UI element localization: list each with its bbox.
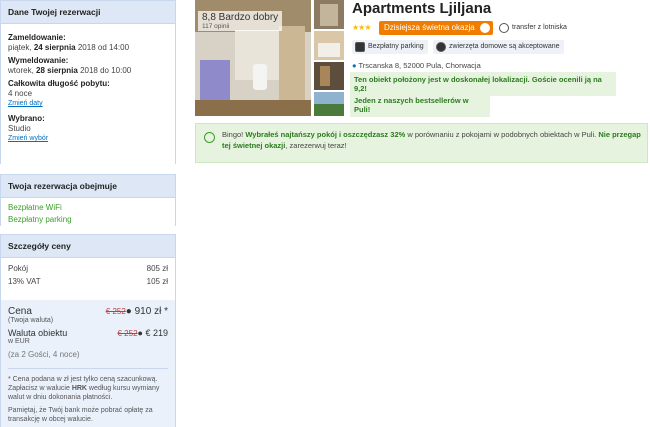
includes-panel: Twoja rezerwacja obejmuje Bezpłatne WiFi… <box>0 174 176 228</box>
property-address[interactable]: ● Trscanska 8, 52000 Pula, Chorwacja <box>352 61 481 70</box>
thumb-photo-2[interactable] <box>314 31 344 60</box>
reservation-panel: Dane Twojej rezerwacji Zameldowanie: pią… <box>0 0 176 164</box>
thumb-room-icon <box>314 31 344 60</box>
length-label: Całkowita długość pobytu: <box>8 79 110 88</box>
thumb-garden-icon <box>314 92 344 116</box>
price-note-currency: * Cena podana w zł jest tylko ceną szacu… <box>8 376 160 401</box>
price-vat-row: 13% VAT 105 zł <box>8 277 168 286</box>
checkmark-icon <box>204 132 215 143</box>
parking-chip: Bezpłatny parking <box>352 40 428 54</box>
deal-badge: Dzisiejsza świetna okazja <box>379 21 493 35</box>
pets-chip: zwierzęta domowe są akceptowane <box>433 40 564 54</box>
thumb-photo-4[interactable] <box>314 92 344 116</box>
deal-icon <box>479 23 490 33</box>
price-heading: Szczegóły ceny <box>1 235 175 258</box>
price-total-row: Cena (Twoja waluta) € 252● 910 zł * <box>8 306 168 324</box>
selected-value: Studio <box>8 124 31 133</box>
property-title: Apartments Ljiljana <box>352 0 492 17</box>
thumb-photo-1[interactable] <box>314 0 344 29</box>
checkout-value: wtorek, 28 sierpnia 2018 do 10:00 <box>8 66 132 75</box>
length-value: 4 noce <box>8 89 33 98</box>
include-wifi: Bezpłatne WiFi <box>8 203 62 212</box>
reservation-heading: Dane Twojej rezerwacji <box>1 1 175 24</box>
bestseller-message: Jeden z naszych bestsellerów w Puli! <box>350 93 490 117</box>
transfer-icon <box>499 23 509 33</box>
thumb-interior-icon <box>314 62 344 90</box>
bingo-banner: Bingo! Wybrałeś najtańszy pokój i oszczę… <box>195 123 648 163</box>
transfer-chip: transfer z lotniska <box>496 21 571 35</box>
thumb-exterior-icon <box>314 0 344 29</box>
price-local-row: Waluta obiektu w EUR € 252● € 219 <box>8 328 168 345</box>
rating-reviews: 117 opinii <box>202 23 230 30</box>
price-room-row: Pokój 805 zł <box>8 264 168 273</box>
price-note-bank: Pamiętaj, że Twój bank może pobrać opłat… <box>8 407 153 423</box>
parking-icon <box>355 42 365 52</box>
checkin-value: piątek, 24 sierpnia 2018 od 14:00 <box>8 43 130 52</box>
include-parking: Bezpłatny parking <box>8 215 72 224</box>
star-rating-icon: ★★★ <box>352 23 371 32</box>
price-panel: Szczegóły ceny Pokój 805 zł 13% VAT 105 zł… <box>0 234 176 427</box>
paw-icon <box>436 42 446 52</box>
thumb-photo-3[interactable] <box>314 62 344 90</box>
selected-label: Wybrano: <box>8 114 45 123</box>
rating-badge: 8,8 Bardzo dobry 117 opinii <box>198 11 283 31</box>
includes-heading: Twoja rezerwacja obejmuje <box>1 175 175 198</box>
checkin-label: Zameldowanie: <box>8 33 66 42</box>
price-guests: (za 2 Gości, 4 noce) <box>8 350 80 359</box>
checkout-label: Wymeldowanie: <box>8 56 69 65</box>
change-selection-link[interactable]: Zmień wybór <box>8 135 48 142</box>
main-photo[interactable]: 8,8 Bardzo dobry 117 opinii <box>195 0 311 116</box>
change-dates-link[interactable]: Zmień daty <box>8 100 43 107</box>
map-pin-icon: ● <box>352 61 357 70</box>
rating-score: 8,8 Bardzo dobry <box>202 12 279 23</box>
